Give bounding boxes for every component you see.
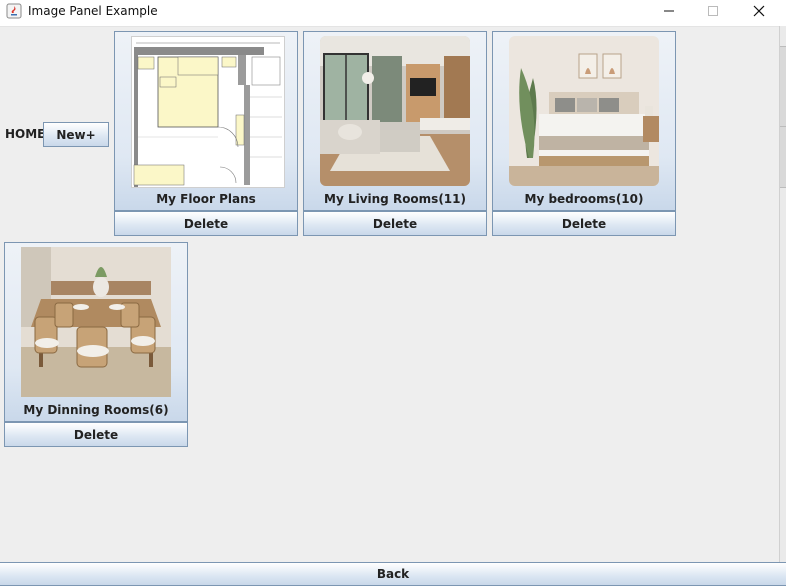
floor-plan-image[interactable] bbox=[131, 36, 285, 188]
bedroom-photo bbox=[509, 36, 659, 186]
album-card-floor-plans[interactable]: My Floor Plans bbox=[114, 31, 298, 211]
home-label: HOME bbox=[5, 127, 46, 141]
close-button[interactable] bbox=[736, 0, 782, 22]
album-label: My Living Rooms(11) bbox=[324, 192, 466, 206]
vertical-scrollbar[interactable] bbox=[779, 26, 786, 562]
album-card-dining-rooms[interactable]: My Dinning Rooms(6) bbox=[4, 242, 188, 422]
dining-room-photo bbox=[21, 247, 171, 397]
album-card-bedrooms[interactable]: My bedrooms(10) bbox=[492, 31, 676, 211]
delete-button-living-rooms[interactable]: Delete bbox=[303, 211, 487, 236]
delete-button-bedrooms[interactable]: Delete bbox=[492, 211, 676, 236]
living-room-photo bbox=[320, 36, 470, 186]
delete-button-dining-rooms[interactable]: Delete bbox=[4, 422, 188, 447]
minimize-button[interactable] bbox=[646, 0, 692, 22]
title-bar: Image Panel Example bbox=[0, 0, 786, 27]
maximize-icon bbox=[708, 6, 718, 16]
living-room-image[interactable] bbox=[320, 36, 470, 186]
java-app-icon bbox=[6, 3, 22, 19]
album-label: My bedrooms(10) bbox=[524, 192, 644, 206]
window-title: Image Panel Example bbox=[28, 4, 158, 18]
back-button[interactable]: Back bbox=[0, 562, 786, 586]
bedroom-image[interactable] bbox=[509, 36, 659, 186]
album-label: My Floor Plans bbox=[156, 192, 256, 206]
floor-plan-drawing bbox=[132, 37, 284, 187]
close-icon bbox=[753, 5, 765, 17]
dining-room-image[interactable] bbox=[21, 247, 171, 397]
scroll-segment[interactable] bbox=[780, 126, 786, 188]
maximize-button[interactable] bbox=[690, 0, 736, 22]
album-label: My Dinning Rooms(6) bbox=[23, 403, 169, 417]
delete-button-floor-plans[interactable]: Delete bbox=[114, 211, 298, 236]
new-button[interactable]: New+ bbox=[43, 122, 109, 147]
scroll-segment[interactable] bbox=[780, 46, 786, 128]
album-card-living-rooms[interactable]: My Living Rooms(11) bbox=[303, 31, 487, 211]
minimize-icon bbox=[664, 10, 674, 12]
